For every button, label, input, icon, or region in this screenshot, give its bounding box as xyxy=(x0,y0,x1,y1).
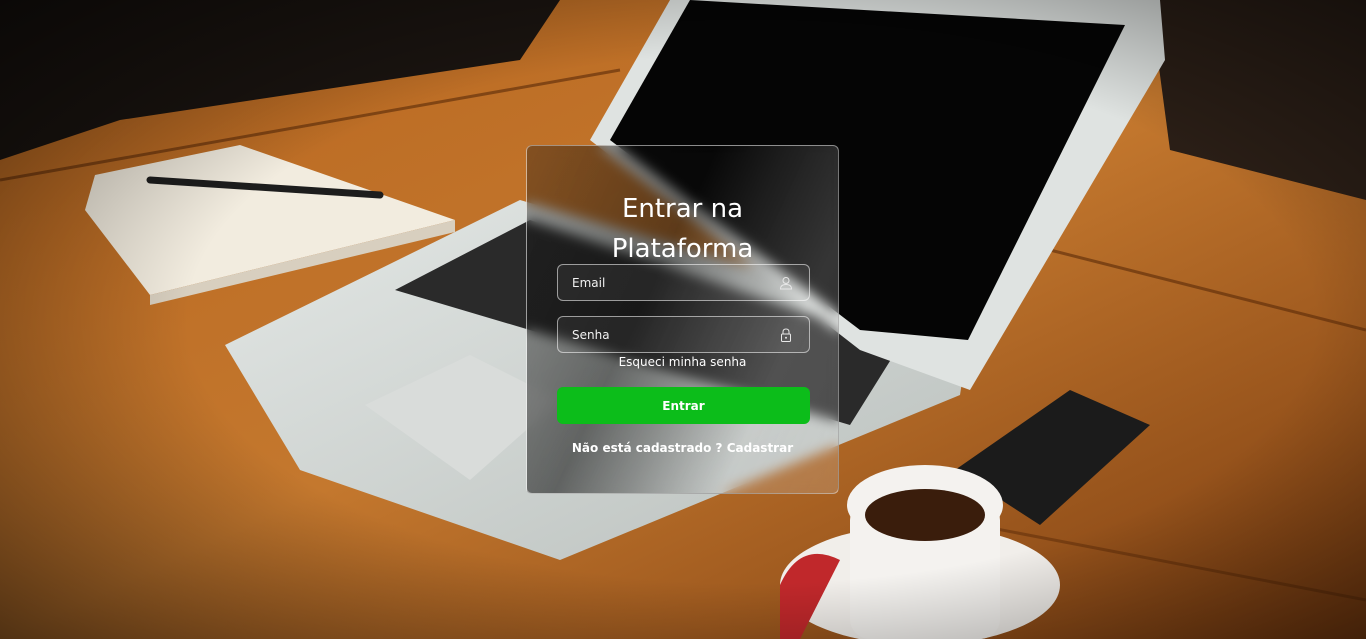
register-prompt-text: Não está cadastrado ? xyxy=(571,441,723,455)
register-link[interactable]: Cadastrar xyxy=(727,441,793,455)
login-title: Entrar na Plataforma xyxy=(527,189,838,269)
email-input[interactable] xyxy=(558,265,782,300)
submit-button[interactable]: Entrar xyxy=(557,387,810,424)
login-page: Entrar naPlataforma Esqueci minha senha … xyxy=(0,0,1366,639)
password-input[interactable] xyxy=(558,317,782,352)
forgot-password-link[interactable]: Esqueci minha senha xyxy=(527,355,838,369)
user-icon xyxy=(779,277,793,290)
password-field-wrapper xyxy=(557,316,810,353)
email-field-wrapper xyxy=(557,264,810,301)
login-title-line-1: Entrar na xyxy=(621,194,744,225)
login-title-line-2: Plataforma xyxy=(611,234,754,265)
register-prompt: Não está cadastrado ? Cadastrar xyxy=(527,441,838,455)
lock-icon xyxy=(781,328,791,342)
login-card: Entrar naPlataforma Esqueci minha senha … xyxy=(526,145,839,494)
